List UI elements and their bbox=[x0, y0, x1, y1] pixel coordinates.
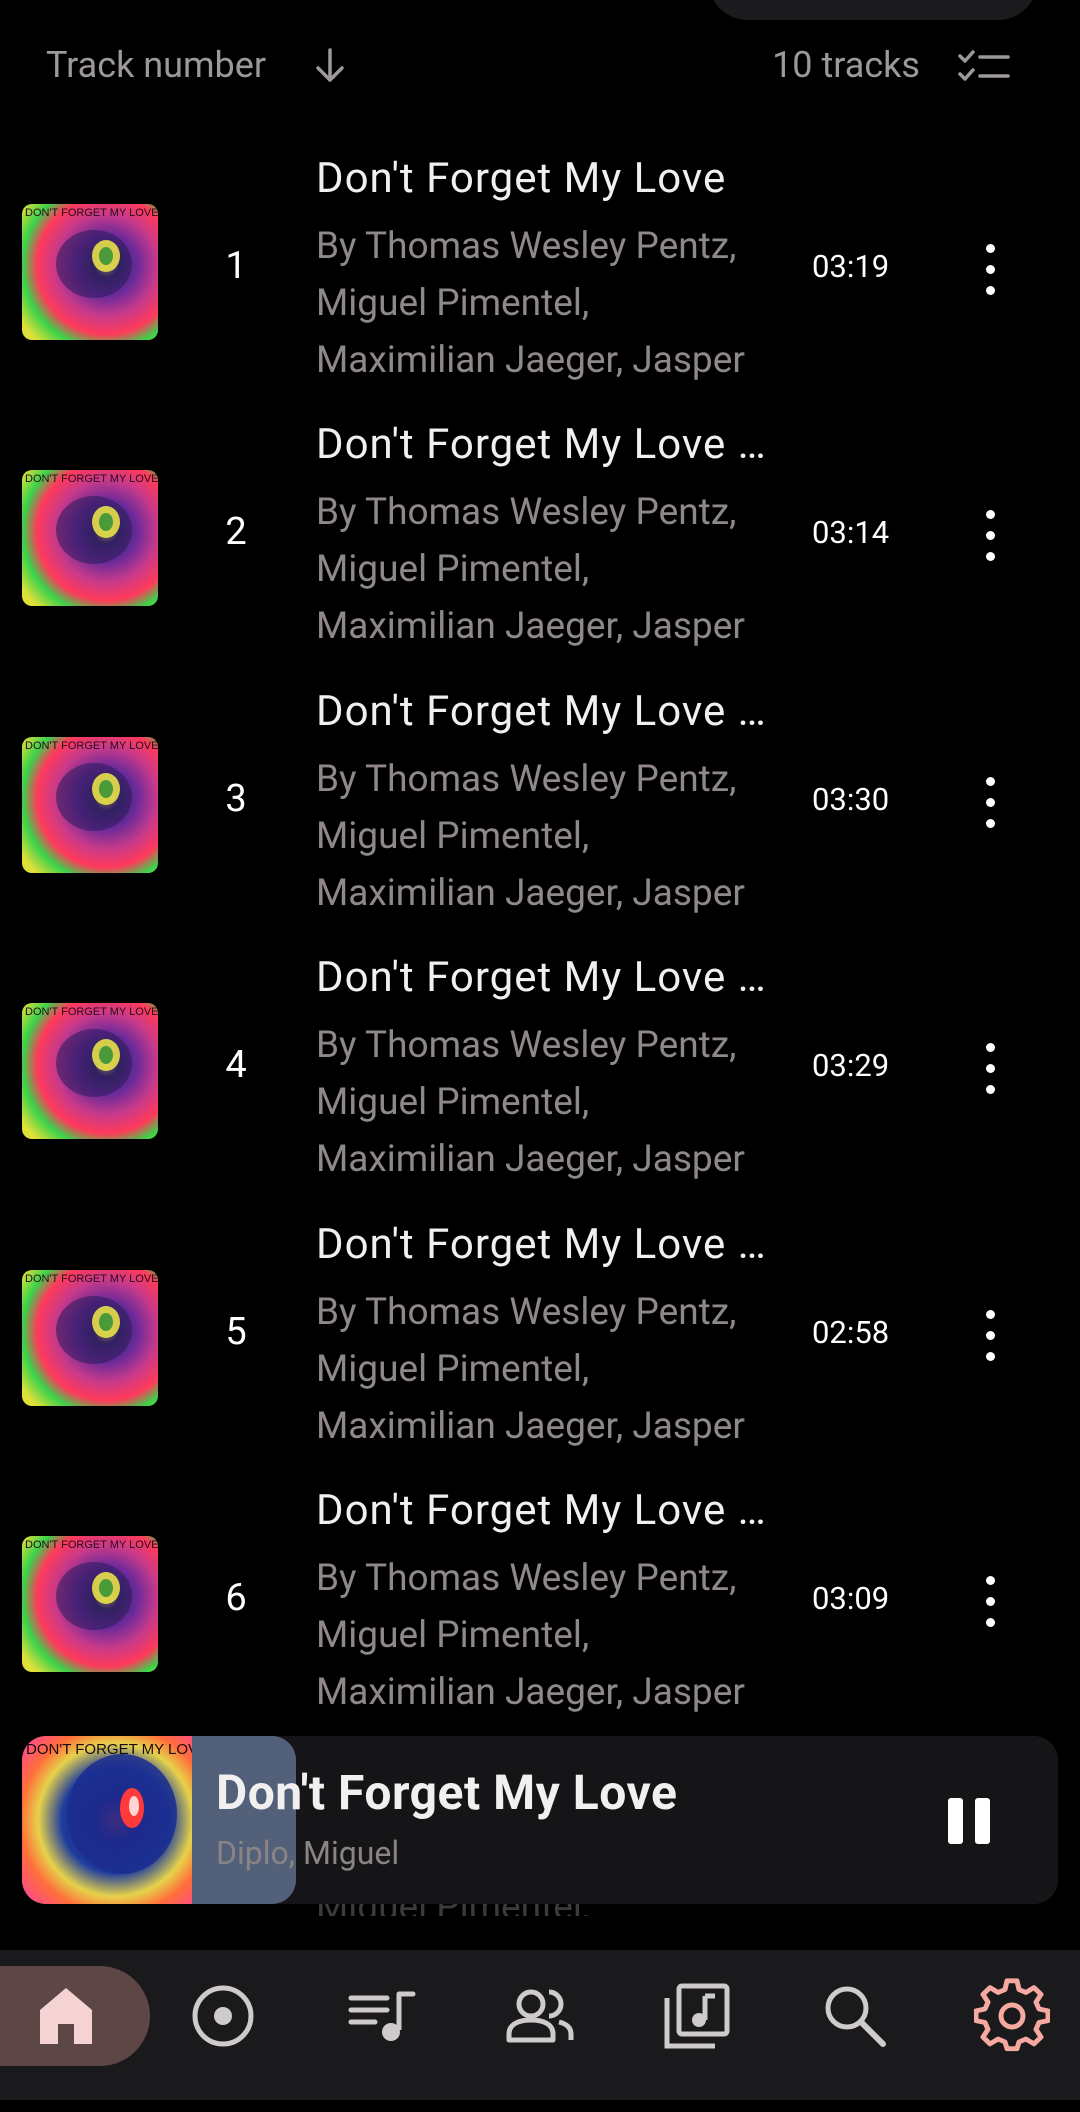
track-row[interactable]: DON'T FORGET MY LOVE 3 Don't Forget My L… bbox=[0, 669, 1080, 935]
track-number: 5 bbox=[225, 1309, 247, 1354]
track-duration: 03:09 bbox=[812, 1580, 890, 1617]
svg-text:DON'T FORGET MY LOVE: DON'T FORGET MY LOVE bbox=[25, 1273, 158, 1285]
track-title: Don't Forget My Love bbox=[316, 154, 727, 203]
track-artist: By Thomas Wesley Pentz, Miguel Pimentel,… bbox=[316, 1290, 745, 1448]
track-duration: 02:58 bbox=[812, 1313, 890, 1351]
track-row[interactable]: DON'T FORGET MY LOVE 4 Don't Forget My L… bbox=[0, 935, 1080, 1201]
mini-player-artist: Diplo, Miguel bbox=[216, 1834, 400, 1872]
track-number: 4 bbox=[225, 1043, 247, 1088]
track-duration: 03:29 bbox=[812, 1047, 890, 1085]
nav-albums[interactable] bbox=[185, 1978, 261, 2054]
track-artist: By Thomas Wesley Pentz, Miguel Pimentel,… bbox=[316, 225, 745, 382]
track-number: 6 bbox=[225, 1576, 247, 1620]
track-row[interactable]: DON'T FORGET MY LOVE 5 Don't Forget My L… bbox=[0, 1202, 1080, 1468]
more-options-icon[interactable] bbox=[975, 1576, 1005, 1632]
track-artist: By Thomas Wesley Pentz, Miguel Pimentel,… bbox=[316, 1557, 745, 1714]
mini-player-title[interactable]: Don't Forget My Love bbox=[216, 1764, 677, 1821]
checklist-icon[interactable] bbox=[958, 48, 1010, 88]
track-row[interactable]: DON'T FORGET MY LOVE 6 Don't Forget My L… bbox=[0, 1468, 1080, 1734]
track-artist: By Thomas Wesley Pentz, Miguel Pimentel,… bbox=[316, 757, 745, 915]
track-artist: By Thomas Wesley Pentz, Miguel Pimentel,… bbox=[316, 491, 745, 649]
nav-artists[interactable] bbox=[501, 1978, 577, 2054]
more-options-icon[interactable] bbox=[975, 1043, 1005, 1099]
track-count: 10 tracks bbox=[772, 44, 920, 86]
arrow-down-icon[interactable] bbox=[310, 46, 350, 86]
track-row[interactable]: DON'T FORGET MY LOVE 1 Don't Forget My L… bbox=[0, 136, 1080, 402]
music-app-screen: Track number 10 tracks DON'T FORGET MY L… bbox=[0, 0, 1080, 2112]
track-title: Don't Forget My Love (Extended) bbox=[316, 420, 776, 470]
track-title: Don't Forget My Love (Remix) bbox=[316, 953, 776, 1003]
nav-settings[interactable] bbox=[973, 1978, 1051, 2054]
track-duration: 03:30 bbox=[812, 780, 890, 818]
track-number: 3 bbox=[225, 776, 247, 821]
sort-label[interactable]: Track number bbox=[46, 44, 266, 86]
svg-text:DON'T FORGET MY LOVE: DON'T FORGET MY LOVE bbox=[26, 1741, 192, 1758]
svg-text:DON'T FORGET MY LOVE: DON'T FORGET MY LOVE bbox=[25, 1539, 158, 1551]
track-number: 2 bbox=[225, 510, 247, 555]
queue-music-icon bbox=[348, 1991, 416, 2041]
svg-text:DON'T FORGET MY LOVE: DON'T FORGET MY LOVE bbox=[25, 1006, 158, 1018]
track-artist: By Thomas Wesley Pentz, Miguel Pimentel,… bbox=[316, 1024, 745, 1182]
mini-player[interactable]: DON'T FORGET MY LOVE Don't Forget My Lov… bbox=[22, 1736, 1058, 1904]
album-art: DON'T FORGET MY LOVE bbox=[22, 470, 158, 607]
nav-library[interactable] bbox=[659, 1978, 735, 2054]
album-art: DON'T FORGET MY LOVE bbox=[22, 736, 158, 873]
svg-text:DON'T FORGET MY LOVE: DON'T FORGET MY LOVE bbox=[25, 207, 158, 219]
track-title: Don't Forget My Love (Remix) bbox=[316, 1219, 776, 1269]
system-nav-strip bbox=[0, 2100, 1080, 2112]
pause-icon bbox=[948, 1798, 963, 1844]
track-number: 1 bbox=[225, 244, 247, 288]
search-icon bbox=[825, 1986, 886, 2047]
mini-player-album-art[interactable]: DON'T FORGET MY LOVE bbox=[22, 1736, 192, 1904]
track-row[interactable]: DON'T FORGET MY LOVE 2 Don't Forget My L… bbox=[0, 402, 1080, 668]
home-icon bbox=[40, 1988, 92, 2044]
more-options-icon[interactable] bbox=[975, 776, 1005, 833]
bottom-navigation bbox=[0, 1950, 1080, 2112]
sort-bar: Track number 10 tracks bbox=[0, 30, 1080, 110]
settings-icon bbox=[973, 1978, 1051, 2052]
svg-text:DON'T FORGET MY LOVE: DON'T FORGET MY LOVE bbox=[25, 473, 158, 485]
top-handle bbox=[708, 0, 1038, 20]
album-art: DON'T FORGET MY LOVE bbox=[22, 1536, 158, 1672]
album-art: DON'T FORGET MY LOVE bbox=[22, 204, 158, 340]
library-music-icon bbox=[664, 1983, 730, 2049]
artists-icon bbox=[506, 1989, 574, 2043]
more-options-icon[interactable] bbox=[975, 510, 1005, 566]
track-title: Don't Forget My Love (Remix) bbox=[316, 1486, 776, 1535]
disc-icon bbox=[192, 1985, 254, 2047]
album-art: DON'T FORGET MY LOVE bbox=[22, 1003, 158, 1140]
track-title: Don't Forget My Love (Remix) bbox=[316, 686, 776, 736]
nav-playlists[interactable] bbox=[343, 1978, 419, 2054]
pause-button[interactable] bbox=[946, 1798, 992, 1844]
svg-text:DON'T FORGET MY LOVE: DON'T FORGET MY LOVE bbox=[25, 740, 158, 752]
nav-home[interactable] bbox=[28, 1978, 104, 2054]
album-art: DON'T FORGET MY LOVE bbox=[22, 1269, 158, 1406]
more-options-icon[interactable] bbox=[975, 1309, 1005, 1366]
track-duration: 03:14 bbox=[812, 514, 890, 552]
nav-search[interactable] bbox=[817, 1978, 893, 2054]
more-options-icon[interactable] bbox=[975, 244, 1005, 300]
track-duration: 03:19 bbox=[812, 248, 890, 285]
